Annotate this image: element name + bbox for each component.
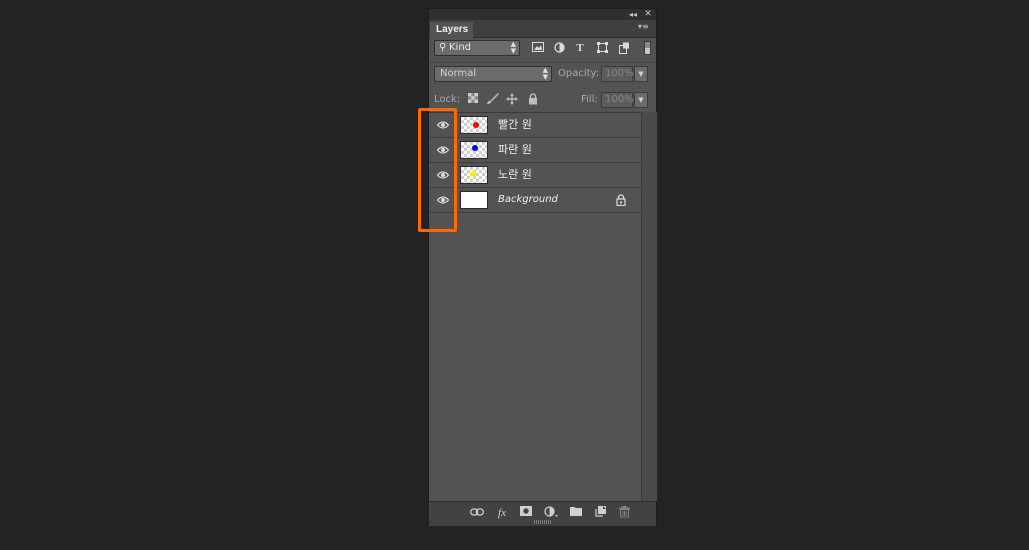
- lock-position-icon[interactable]: [505, 93, 519, 107]
- filter-toggle-switch[interactable]: [644, 41, 651, 55]
- lock-all-icon[interactable]: [526, 93, 540, 107]
- lock-row: Lock: Fill: 100% ▼: [429, 89, 656, 111]
- layer-thumbnail: [460, 191, 488, 209]
- visibility-toggle[interactable]: [429, 113, 457, 137]
- visibility-toggle[interactable]: [429, 188, 457, 212]
- layer-row[interactable]: 노란 원: [429, 163, 641, 188]
- eye-icon: [437, 146, 449, 154]
- layer-thumbnail: [460, 116, 488, 134]
- visibility-toggle[interactable]: [429, 163, 457, 187]
- layer-row[interactable]: 파란 원: [429, 138, 641, 163]
- blend-mode-select[interactable]: Normal ▲ ▼: [434, 66, 552, 82]
- eye-icon: [437, 171, 449, 179]
- folder-icon[interactable]: [569, 506, 583, 520]
- shape-filter-icon[interactable]: [595, 42, 609, 54]
- fx-icon[interactable]: fx: [495, 506, 509, 520]
- layer-name: 빨간 원: [498, 118, 532, 131]
- fill-input[interactable]: 100%: [601, 92, 634, 108]
- filter-row: ⚲ Kind ▲ ▼ T: [429, 38, 656, 60]
- lock-image-pixels-icon[interactable]: [485, 93, 499, 107]
- layers-bottom-toolbar: fx: [429, 501, 656, 526]
- layer-thumbnail: [460, 141, 488, 159]
- fill-dropdown-button[interactable]: ▼: [634, 92, 648, 108]
- visibility-toggle[interactable]: [429, 138, 457, 162]
- add-mask-icon[interactable]: [519, 506, 533, 520]
- panel-title-bar[interactable]: ◂◂ ✕: [429, 9, 656, 20]
- opacity-input[interactable]: 100%: [601, 66, 634, 82]
- lock-label: Lock:: [434, 94, 461, 105]
- layer-row[interactable]: Background: [429, 188, 641, 213]
- select-arrows-icon: ▲ ▼: [510, 40, 516, 55]
- tab-layers[interactable]: Layers: [430, 22, 473, 38]
- adjustment-filter-icon[interactable]: [552, 42, 566, 54]
- type-filter-icon[interactable]: T: [573, 42, 587, 54]
- opacity-label: Opacity:: [558, 68, 600, 79]
- layer-name: 파란 원: [498, 143, 532, 156]
- layer-row[interactable]: 빨간 원: [429, 113, 641, 138]
- blend-row: Normal ▲ ▼ Opacity: 100% ▼: [429, 64, 656, 86]
- layers-scrollbar[interactable]: [641, 112, 657, 501]
- smart-object-filter-icon[interactable]: [617, 42, 631, 54]
- yellow-circle-dot: [470, 171, 476, 177]
- layers-list: 빨간 원 파란 원 노란 원 Background: [429, 112, 641, 502]
- adjustment-layer-icon[interactable]: [544, 506, 558, 520]
- image-filter-icon[interactable]: [531, 42, 545, 54]
- red-circle-dot: [473, 122, 479, 128]
- new-layer-icon[interactable]: [593, 506, 607, 520]
- collapse-icon[interactable]: ◂◂: [627, 9, 639, 20]
- panel-menu-icon[interactable]: ▾≡: [638, 22, 652, 32]
- lock-icon: [616, 194, 626, 206]
- search-icon: ⚲: [439, 42, 447, 53]
- layer-thumbnail: [460, 166, 488, 184]
- lock-transparent-pixels-icon[interactable]: [466, 93, 480, 107]
- layer-name: Background: [498, 194, 558, 205]
- opacity-dropdown-button[interactable]: ▼: [634, 66, 648, 82]
- tab-strip: Layers: [429, 20, 656, 38]
- filter-kind-label: Kind: [449, 42, 472, 53]
- fill-label: Fill:: [581, 94, 598, 105]
- divider: [429, 62, 656, 63]
- filter-kind-select[interactable]: ⚲ Kind ▲ ▼: [434, 40, 520, 56]
- close-icon[interactable]: ✕: [642, 9, 654, 20]
- resize-grip[interactable]: [534, 520, 552, 524]
- eye-icon: [437, 196, 449, 204]
- eye-icon: [437, 121, 449, 129]
- link-layers-icon[interactable]: [470, 506, 484, 520]
- layer-name: 노란 원: [498, 168, 532, 181]
- select-arrows-icon: ▲ ▼: [542, 66, 548, 81]
- trash-icon[interactable]: [617, 506, 631, 520]
- blend-mode-value: Normal: [440, 68, 477, 79]
- blue-circle-dot: [472, 145, 478, 151]
- layers-panel: ◂◂ ✕ Layers ▾≡ ⚲ Kind ▲ ▼ T Normal ▲ ▼ Opac: [429, 9, 657, 526]
